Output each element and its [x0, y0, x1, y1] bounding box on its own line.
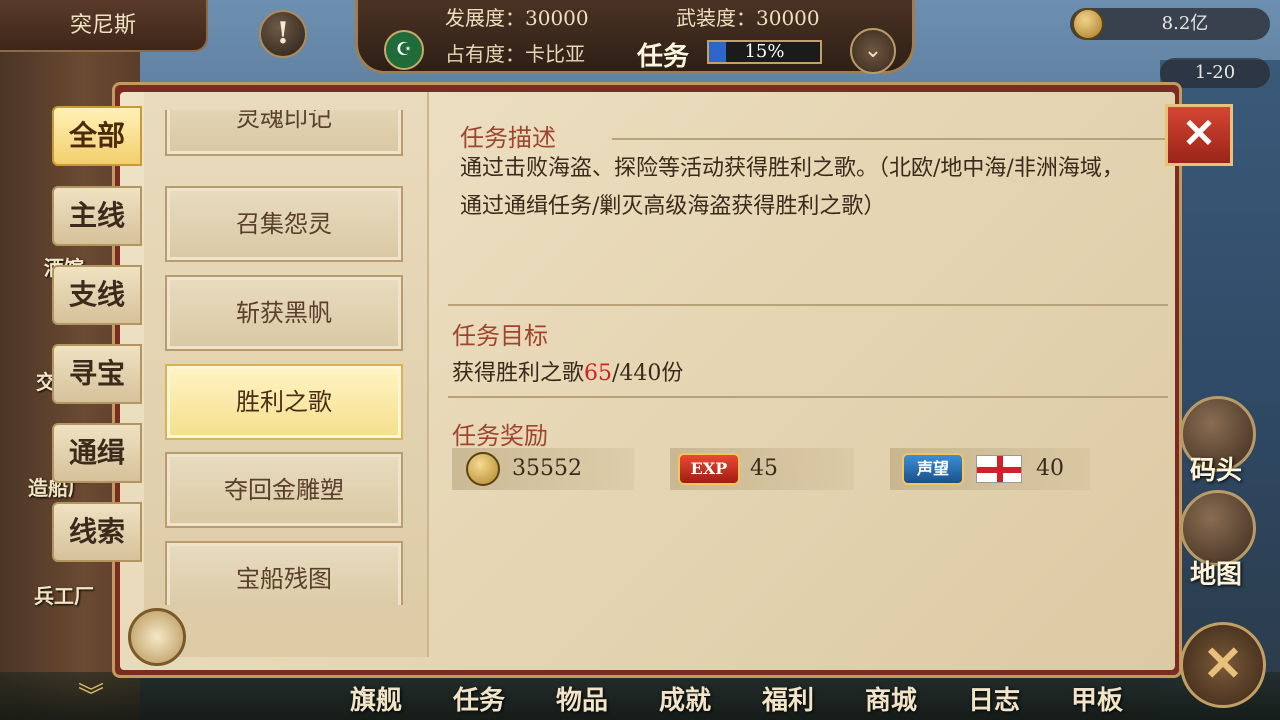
armament-stat: 武装度：30000: [676, 6, 820, 30]
tab-treasure[interactable]: 寻宝: [52, 344, 142, 404]
nav-flagship[interactable]: 旗舰: [350, 680, 402, 717]
england-flag-icon: [976, 455, 1022, 483]
gold-amount: 8.2亿: [1161, 13, 1209, 34]
compass-icon[interactable]: [128, 608, 186, 666]
reward-gold: 35552: [452, 448, 634, 490]
dock-label: 码头: [1190, 456, 1243, 486]
occupation-stat: 占有度：卡比亚: [445, 42, 585, 66]
divider: [612, 138, 1172, 140]
quest-item-selected[interactable]: 胜利之歌: [165, 364, 403, 440]
arsenal-label[interactable]: 兵工厂: [34, 580, 94, 609]
progress-text: 15%: [744, 41, 785, 62]
bottom-navigation: 旗舰 任务 物品 成就 福利 商城 日志 甲板: [350, 680, 1150, 716]
expand-button[interactable]: ⌄: [850, 28, 896, 74]
reward-exp: EXP 45: [670, 448, 854, 490]
nav-achievements[interactable]: 成就: [659, 680, 711, 717]
fame-badge-icon: 声望: [902, 453, 964, 485]
tab-main[interactable]: 主线: [52, 186, 142, 246]
quest-item[interactable]: 宝船残图: [165, 541, 403, 605]
quest-description: 通过击败海盗、探险等活动获得胜利之歌。（北欧/地中海/非洲海域，通过通缉任务/剿…: [460, 156, 1124, 219]
development-stat: 发展度：30000: [445, 6, 589, 30]
chevron-down-icon[interactable]: ︾: [78, 676, 104, 713]
quest-item[interactable]: 召集怨灵: [165, 186, 403, 262]
description-title: 任务描述: [460, 124, 556, 152]
divider: [448, 304, 1168, 306]
goal-prefix: 获得胜利之歌: [452, 361, 585, 386]
gold-coin-icon: [466, 452, 500, 486]
quest-item[interactable]: 灵魂印记: [165, 110, 403, 156]
player-city-name[interactable]: 突尼斯: [0, 0, 208, 52]
nav-shop[interactable]: 商城: [865, 680, 917, 717]
tab-clues[interactable]: 线索: [52, 502, 142, 562]
action-button[interactable]: ✕: [1180, 622, 1266, 708]
city-status-panel: [355, 0, 915, 74]
tab-side[interactable]: 支线: [52, 265, 142, 325]
goal-current: 65: [584, 361, 613, 386]
goal-suffix: /440份: [612, 361, 684, 386]
reward-title: 任务奖励: [452, 422, 548, 450]
panel-title: 任务: [637, 42, 690, 72]
reward-fame-value: 40: [1036, 456, 1064, 481]
quest-item[interactable]: 夺回金雕塑: [165, 452, 403, 528]
divider: [448, 396, 1168, 398]
quest-item[interactable]: 斩获黑帆: [165, 275, 403, 351]
quest-list[interactable]: 灵魂印记 召集怨灵 斩获黑帆 胜利之歌 夺回金雕塑 宝船残图: [165, 110, 405, 605]
tab-wanted[interactable]: 通缉: [52, 423, 142, 483]
alert-button[interactable]: !: [259, 10, 307, 58]
reward-fame: 声望 40: [890, 448, 1090, 490]
nav-log[interactable]: 日志: [968, 680, 1020, 717]
nav-missions[interactable]: 任务: [453, 680, 505, 717]
nav-deck[interactable]: 甲板: [1071, 680, 1123, 717]
nav-items[interactable]: 物品: [556, 680, 608, 717]
exp-badge-icon: EXP: [678, 453, 740, 485]
tab-all[interactable]: 全部: [52, 106, 142, 166]
close-button[interactable]: ✕: [1165, 104, 1233, 166]
occupation-progress-bar: 15%: [707, 40, 822, 64]
quest-goal: 获得胜利之歌65/440份: [452, 355, 683, 387]
goal-title: 任务目标: [452, 322, 548, 350]
nav-welfare[interactable]: 福利: [762, 680, 814, 717]
reward-gold-value: 35552: [512, 456, 582, 481]
gold-coin-icon: [1072, 8, 1104, 40]
map-label: 地图: [1190, 560, 1243, 590]
crescent-flag-icon: ☪: [384, 30, 424, 70]
reward-exp-value: 45: [750, 456, 778, 481]
